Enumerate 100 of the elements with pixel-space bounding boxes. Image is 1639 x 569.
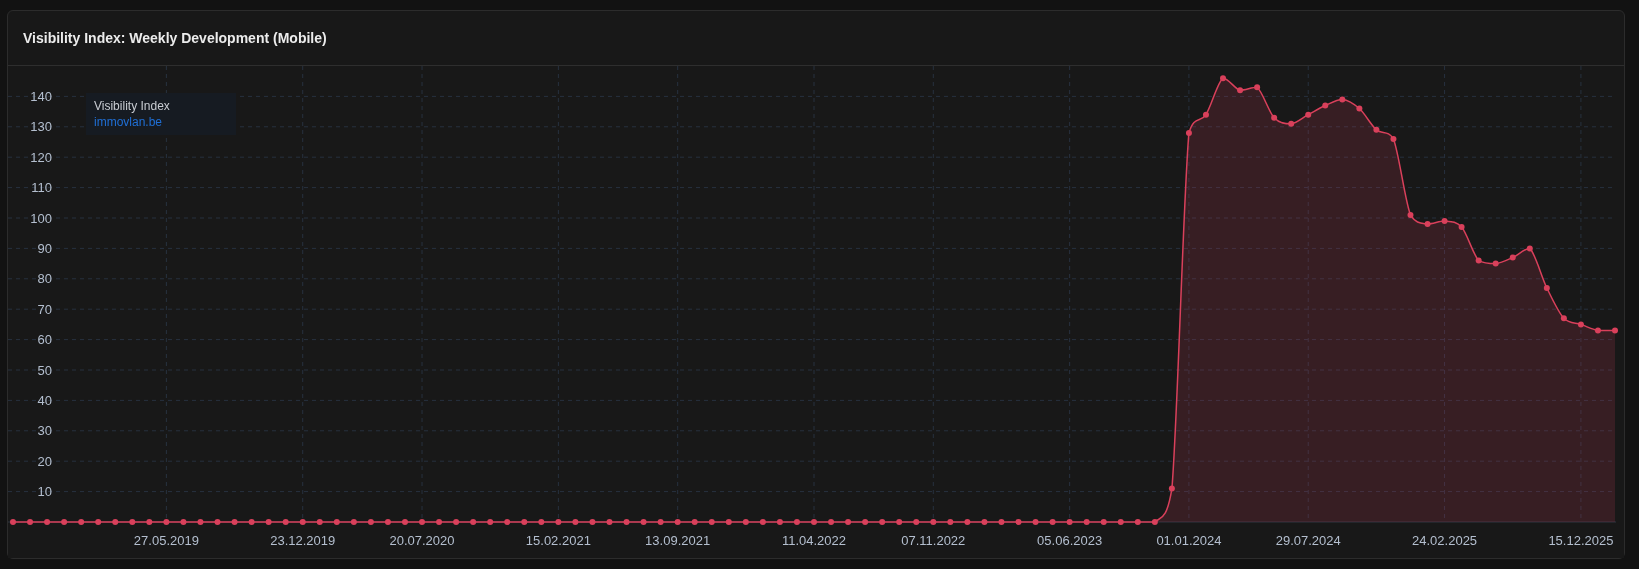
data-point xyxy=(1475,257,1482,264)
data-point xyxy=(1185,129,1192,136)
data-point xyxy=(981,519,988,525)
data-point xyxy=(1203,111,1209,118)
data-point xyxy=(862,519,869,525)
axis-label: 90 xyxy=(37,240,52,256)
data-point xyxy=(1322,102,1329,109)
data-point xyxy=(248,519,255,525)
data-point xyxy=(1117,519,1124,525)
data-point xyxy=(1066,519,1073,525)
data-point xyxy=(1441,218,1448,225)
data-point xyxy=(674,519,681,525)
axis-label: 50 xyxy=(37,362,52,378)
data-point xyxy=(1288,120,1295,127)
data-point xyxy=(10,519,16,525)
data-point xyxy=(845,519,852,525)
data-point xyxy=(998,519,1005,525)
data-point xyxy=(811,519,817,525)
data-point xyxy=(402,519,408,525)
data-point xyxy=(1339,96,1346,103)
data-point xyxy=(299,519,306,525)
data-point xyxy=(367,519,374,525)
data-point xyxy=(419,519,425,525)
data-point xyxy=(197,519,204,525)
axis-label: 120 xyxy=(30,149,52,165)
data-point xyxy=(44,519,51,525)
data-point xyxy=(384,519,391,525)
data-point xyxy=(453,519,460,525)
data-point xyxy=(793,519,800,525)
data-point xyxy=(1015,519,1022,525)
data-point xyxy=(521,519,528,525)
data-point xyxy=(1560,315,1567,322)
data-point xyxy=(657,519,664,525)
data-point xyxy=(1509,254,1516,261)
axis-label: 60 xyxy=(37,332,52,348)
legend-series[interactable]: immovlan.be xyxy=(94,114,228,130)
data-point xyxy=(180,519,187,525)
data-point xyxy=(163,519,170,525)
data-point xyxy=(623,519,630,525)
data-point xyxy=(1407,211,1414,218)
axis-label: 29.07.2024 xyxy=(1275,533,1341,548)
axis-label: 15.12.2025 xyxy=(1548,533,1614,548)
data-point xyxy=(964,519,971,525)
axis-label: 30 xyxy=(37,423,52,439)
data-point xyxy=(896,519,903,525)
data-point xyxy=(1356,105,1363,112)
data-point xyxy=(504,519,511,525)
axis-label: 15.02.2021 xyxy=(525,533,591,548)
data-point xyxy=(231,519,238,525)
axis-label: 100 xyxy=(30,210,52,226)
data-point xyxy=(1100,519,1107,525)
data-point xyxy=(265,519,272,525)
data-point xyxy=(1271,114,1278,121)
data-point xyxy=(606,519,613,525)
axis-label: 07.11.2022 xyxy=(901,533,966,548)
axis-label: 80 xyxy=(37,271,52,287)
data-point xyxy=(1492,260,1499,267)
axis-label: 20.07.2020 xyxy=(389,533,455,548)
data-point xyxy=(555,519,562,525)
data-point xyxy=(1151,519,1158,525)
data-point xyxy=(146,519,153,525)
data-point xyxy=(129,519,136,525)
data-point xyxy=(1049,519,1056,525)
data-point xyxy=(691,519,698,525)
axis-label: 11.04.2022 xyxy=(781,533,847,548)
axis-label: 40 xyxy=(37,392,52,408)
axis-label: 130 xyxy=(30,119,52,135)
data-point xyxy=(470,519,477,525)
data-point xyxy=(1594,327,1601,334)
axis-label: 23.12.2019 xyxy=(270,533,336,548)
data-point xyxy=(436,519,443,525)
axis-label: 110 xyxy=(31,180,52,196)
chart-title: Visibility Index: Weekly Development (Mobile) xyxy=(23,30,327,46)
axis-label: 01.01.2024 xyxy=(1156,533,1222,548)
data-point xyxy=(828,519,835,525)
data-point xyxy=(640,519,647,525)
data-point xyxy=(1220,75,1226,82)
data-point xyxy=(589,519,596,525)
data-point xyxy=(1305,111,1312,118)
data-point xyxy=(538,519,545,525)
data-point xyxy=(27,519,34,525)
data-point xyxy=(879,519,886,525)
data-point xyxy=(95,519,102,525)
data-point xyxy=(333,519,340,525)
data-point xyxy=(214,519,221,525)
data-point xyxy=(1458,224,1465,231)
axis-label: 10 xyxy=(37,484,52,500)
axis-label: 27.05.2019 xyxy=(133,533,199,548)
legend-title: Visibility Index xyxy=(94,98,171,114)
data-point xyxy=(1612,327,1618,334)
axis-label: 24.02.2025 xyxy=(1412,533,1478,548)
data-point xyxy=(78,519,85,525)
data-point xyxy=(708,519,715,525)
axis-label: 70 xyxy=(37,301,52,317)
data-point xyxy=(1526,245,1533,252)
data-point xyxy=(316,519,323,525)
data-point xyxy=(572,519,579,525)
data-point xyxy=(487,519,494,525)
data-point xyxy=(112,519,119,525)
axis-label: 13.09.2021 xyxy=(645,533,711,548)
